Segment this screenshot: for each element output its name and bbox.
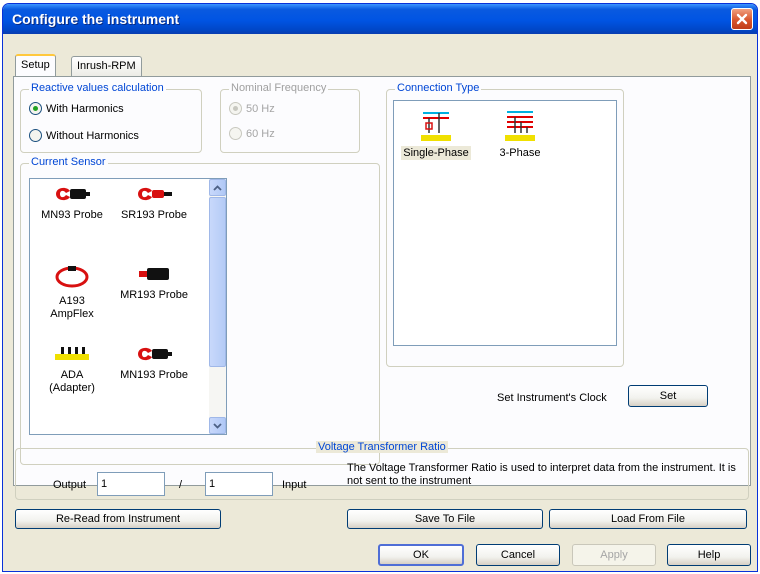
radio-button-checked[interactable]: [29, 102, 42, 115]
clamp-probe-icon: [139, 268, 169, 280]
radio-without-harmonics[interactable]: Without Harmonics: [29, 129, 139, 142]
sensor-mn193-label: MN193 Probe: [120, 369, 188, 381]
connection-3-phase-label: 3-Phase: [499, 147, 541, 159]
three-phase-icon: [505, 111, 535, 141]
set-clock-label: Set Instrument's Clock: [497, 392, 607, 404]
save-to-file-button[interactable]: Save To File: [347, 509, 543, 529]
tab-setup-label: Setup: [21, 59, 50, 71]
sensor-sr193-label: SR193 Probe: [120, 209, 188, 221]
sensor-list-scrollbar[interactable]: [209, 179, 226, 434]
radio-50hz: 50 Hz: [229, 102, 275, 115]
radio-button-disabled: [229, 102, 242, 115]
sensor-a193-label-line2: AmpFlex: [50, 308, 94, 320]
sensor-a193-ampflex[interactable]: A193 AmpFlex: [32, 265, 112, 321]
nominal-frequency-title: Nominal Frequency: [229, 82, 329, 94]
window-title: Configure the instrument: [12, 11, 180, 27]
current-sensor-group: Current Sensor MN93 Probe SR193 Probe A1…: [20, 156, 380, 465]
scroll-up-button[interactable]: [209, 179, 226, 196]
connection-type-group: Connection Type Single-Phase 3-Phase: [386, 82, 624, 367]
radio-60hz: 60 Hz: [229, 127, 275, 140]
connection-single-phase[interactable]: Single-Phase: [396, 109, 476, 160]
radio-without-harmonics-label: Without Harmonics: [46, 129, 139, 142]
output-field[interactable]: [97, 472, 165, 496]
help-button[interactable]: Help: [667, 544, 751, 566]
sensor-mr193-label: MR193 Probe: [120, 289, 188, 301]
radio-50hz-label: 50 Hz: [246, 102, 275, 115]
reread-from-instrument-button[interactable]: Re-Read from Instrument: [15, 509, 221, 529]
apply-button: Apply: [572, 544, 656, 566]
sensor-sr193[interactable]: SR193 Probe: [114, 185, 194, 222]
ok-button-label: OK: [413, 549, 429, 561]
set-clock-button-label: Set: [659, 390, 677, 402]
close-button[interactable]: [731, 8, 753, 30]
sensor-ada-adapter[interactable]: ADA (Adapter): [32, 345, 112, 395]
current-sensor-list[interactable]: MN93 Probe SR193 Probe A193 AmpFlex MR19…: [29, 178, 227, 435]
radio-60hz-label: 60 Hz: [246, 127, 275, 140]
scroll-thumb[interactable]: [209, 197, 226, 367]
reread-button-label: Re-Read from Instrument: [55, 513, 181, 525]
load-button-label: Load From File: [611, 513, 685, 525]
set-clock-button[interactable]: Set: [628, 385, 708, 407]
current-sensor-title: Current Sensor: [29, 156, 108, 168]
scroll-down-button[interactable]: [209, 417, 226, 434]
dialog-body: Setup Inrush-RPM Reactive values calcula…: [3, 34, 757, 571]
voltage-ratio-title: Voltage Transformer Ratio: [316, 441, 448, 453]
sensor-ada-label-line2: (Adapter): [49, 382, 95, 394]
radio-with-harmonics-label: With Harmonics: [46, 102, 124, 115]
close-icon: [736, 13, 748, 25]
title-bar[interactable]: Configure the instrument: [3, 4, 757, 34]
sensor-ada-label-line1: ADA: [60, 369, 84, 381]
radio-with-harmonics[interactable]: With Harmonics: [29, 102, 124, 115]
chevron-down-icon: [213, 422, 222, 429]
cancel-button[interactable]: Cancel: [476, 544, 560, 566]
sensor-a193-label-line1: A193: [59, 295, 85, 307]
clamp-probe-icon: [138, 347, 172, 361]
sensor-mn193[interactable]: MN193 Probe: [114, 345, 194, 382]
sensor-mr193[interactable]: MR193 Probe: [114, 265, 194, 302]
connection-type-title: Connection Type: [395, 82, 482, 94]
reactive-values-group: Reactive values calculation With Harmoni…: [20, 82, 202, 153]
help-button-label: Help: [697, 549, 721, 561]
configure-dialog: Configure the instrument Setup Inrush-RP…: [2, 3, 758, 572]
voltage-ratio-description: The Voltage Transformer Ratio is used to…: [347, 462, 736, 487]
tab-inrush-rpm-label: Inrush-RPM: [77, 60, 136, 72]
connection-3-phase[interactable]: 3-Phase: [480, 109, 560, 160]
flex-loop-icon: [55, 266, 89, 288]
save-button-label: Save To File: [414, 513, 476, 525]
input-field[interactable]: [205, 472, 273, 496]
clamp-probe-icon: [56, 187, 90, 201]
single-phase-icon: [421, 112, 451, 141]
setup-panel: Reactive values calculation With Harmoni…: [13, 76, 751, 486]
apply-button-label: Apply: [600, 549, 628, 561]
reactive-values-title: Reactive values calculation: [29, 82, 166, 94]
radio-button-disabled: [229, 127, 242, 140]
load-from-file-button[interactable]: Load From File: [549, 509, 747, 529]
output-label: Output: [53, 479, 87, 491]
tab-inrush-rpm[interactable]: Inrush-RPM: [71, 56, 142, 76]
connection-type-list[interactable]: Single-Phase 3-Phase: [393, 100, 617, 346]
radio-button[interactable]: [29, 129, 42, 142]
ok-button[interactable]: OK: [378, 544, 464, 566]
sensor-mn93[interactable]: MN93 Probe: [32, 185, 112, 222]
tab-setup[interactable]: Setup: [15, 54, 56, 76]
chevron-up-icon: [213, 184, 222, 191]
connection-single-phase-label: Single-Phase: [401, 146, 471, 160]
clamp-probe-icon: [138, 187, 172, 201]
cancel-button-label: Cancel: [500, 549, 536, 561]
nominal-frequency-group: Nominal Frequency 50 Hz 60 Hz: [220, 82, 360, 153]
input-label: Input: [282, 479, 307, 491]
ratio-separator: /: [179, 479, 183, 491]
sensor-mn93-label: MN93 Probe: [41, 209, 103, 221]
adapter-icon: [55, 347, 89, 360]
